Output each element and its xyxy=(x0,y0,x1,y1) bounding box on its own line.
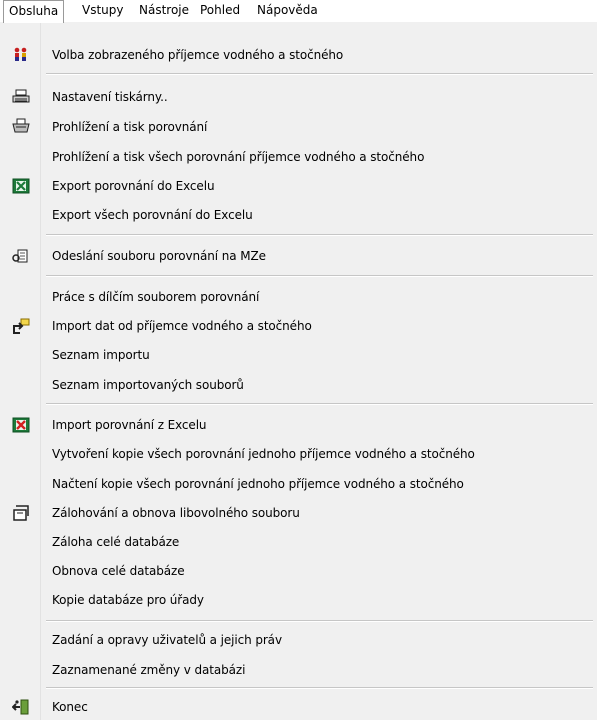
menu-item-label: Konec xyxy=(52,700,88,714)
menu-item-seznam-importu[interactable]: Seznam importu xyxy=(0,343,597,367)
menu-item-label: Import dat od příjemce vodného a stočnéh… xyxy=(52,319,312,333)
menu-item-label: Vytvoření kopie všech porovnání jednoho … xyxy=(52,447,475,461)
obsluha-dropdown-menu: Volba zobrazeného příjemce vodného a sto… xyxy=(0,22,597,720)
menu-item-export-vsech-excel[interactable]: Export všech porovnání do Excelu xyxy=(0,203,597,227)
menu-item-prohlizeni-tisk[interactable]: Prohlížení a tisk porovnání xyxy=(0,115,597,139)
menu-item-nacteni-kopie[interactable]: Načtení kopie všech porovnání jednoho př… xyxy=(0,472,597,496)
printer-setup-icon xyxy=(12,88,30,106)
menubar-vstupy[interactable]: Vstupy xyxy=(77,0,129,21)
menu-item-prohlizeni-tisk-vsech[interactable]: Prohlížení a tisk všech porovnání příjem… xyxy=(0,145,597,169)
menu-item-label: Prohlížení a tisk porovnání xyxy=(52,120,208,134)
excel-icon xyxy=(12,177,30,195)
menu-item-zaznamenane-zmeny[interactable]: Zaznamenané změny v databázi xyxy=(0,658,597,682)
menu-item-volba-prijemce[interactable]: Volba zobrazeného příjemce vodného a sto… xyxy=(0,43,597,67)
menubar-nastroje[interactable]: Nástroje xyxy=(134,0,194,21)
menu-item-label: Prohlížení a tisk všech porovnání příjem… xyxy=(52,150,425,164)
menu-item-konec[interactable]: Konec xyxy=(0,695,597,719)
menu-item-label: Seznam importovaných souborů xyxy=(52,378,244,392)
menubar-napoveda[interactable]: Nápověda xyxy=(252,0,323,21)
menu-separator xyxy=(46,403,593,405)
menu-item-zadani-uzivatelu[interactable]: Zadání a opravy uživatelů a jejich práv xyxy=(0,628,597,652)
menu-item-label: Záloha celé databáze xyxy=(52,535,180,549)
backup-icon xyxy=(12,504,30,522)
menu-item-zalohovani-obnova[interactable]: Zálohování a obnova libovolného souboru xyxy=(0,501,597,525)
menu-item-import-excel[interactable]: Import porovnání z Excelu xyxy=(0,413,597,437)
menu-item-label: Zálohování a obnova libovolného souboru xyxy=(52,506,300,520)
menu-item-obnova-databaze[interactable]: Obnova celé databáze xyxy=(0,559,597,583)
menu-item-label: Volba zobrazeného příjemce vodného a sto… xyxy=(52,48,344,62)
excel-import-icon xyxy=(12,416,30,434)
exit-icon xyxy=(11,698,30,716)
menu-item-label: Odeslání souboru porovnání na MZe xyxy=(52,249,266,263)
printer-icon xyxy=(12,118,30,136)
people-icon xyxy=(12,46,30,64)
menu-item-prace-s-dilcim[interactable]: Práce s dílčím souborem porovnání xyxy=(0,285,597,309)
menu-item-label: Export všech porovnání do Excelu xyxy=(52,208,253,222)
menu-item-label: Nastavení tiskárny.. xyxy=(52,90,168,104)
menu-item-nastaveni-tiskarny[interactable]: Nastavení tiskárny.. xyxy=(0,85,597,109)
import-icon xyxy=(12,317,30,335)
menu-separator xyxy=(46,275,593,277)
menu-item-vytvoreni-kopie[interactable]: Vytvoření kopie všech porovnání jednoho … xyxy=(0,442,597,466)
menu-separator xyxy=(46,620,593,622)
menu-item-label: Import porovnání z Excelu xyxy=(52,418,207,432)
menu-separator xyxy=(46,73,593,75)
menubar-pohled[interactable]: Pohled xyxy=(195,0,245,21)
menu-item-zaloha-databaze[interactable]: Záloha celé databáze xyxy=(0,530,597,554)
menu-item-import-dat[interactable]: Import dat od příjemce vodného a stočnéh… xyxy=(0,314,597,338)
menu-item-label: Načtení kopie všech porovnání jednoho př… xyxy=(52,477,464,491)
menu-item-odeslani-mze[interactable]: Odeslání souboru porovnání na MZe xyxy=(0,244,597,268)
menu-item-seznam-importovanych[interactable]: Seznam importovaných souborů xyxy=(0,373,597,397)
menu-bar: Obsluha Vstupy Nástroje Pohled Nápověda xyxy=(0,0,597,23)
menubar-obsluha[interactable]: Obsluha xyxy=(3,0,65,23)
menu-item-label: Kopie databáze pro úřady xyxy=(52,593,204,607)
menu-item-label: Obnova celé databáze xyxy=(52,564,185,578)
menu-item-label: Zaznamenané změny v databázi xyxy=(52,663,246,677)
send-file-icon xyxy=(12,247,30,265)
menu-item-kopie-databaze[interactable]: Kopie databáze pro úřady xyxy=(0,588,597,612)
menu-item-export-excel[interactable]: Export porovnání do Excelu xyxy=(0,174,597,198)
menu-item-label: Export porovnání do Excelu xyxy=(52,179,215,193)
menu-separator xyxy=(46,687,593,689)
menu-item-label: Seznam importu xyxy=(52,348,150,362)
menu-item-label: Zadání a opravy uživatelů a jejich práv xyxy=(52,633,282,647)
menu-separator xyxy=(46,234,593,236)
menu-item-label: Práce s dílčím souborem porovnání xyxy=(52,290,260,304)
